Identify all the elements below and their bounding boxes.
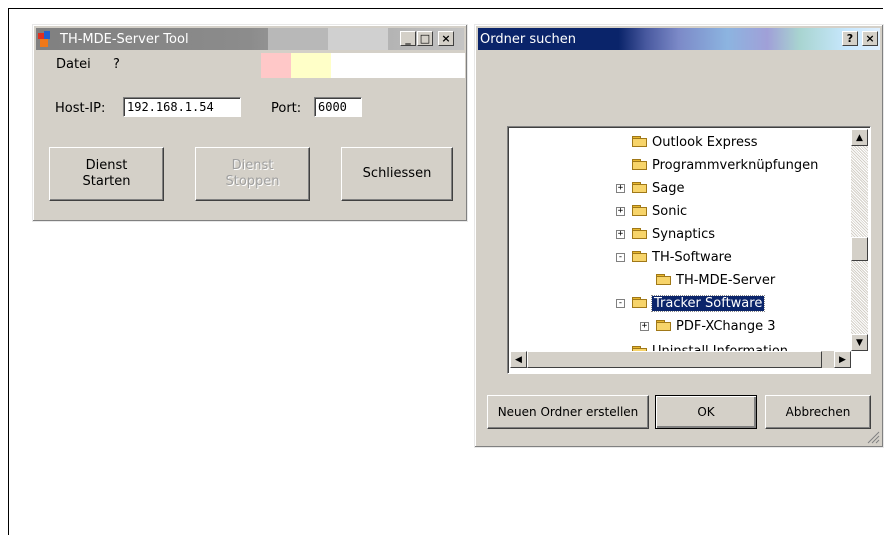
tree-item-sage[interactable]: Sage <box>632 177 684 199</box>
folder-icon <box>632 136 648 148</box>
host-ip-label: Host-IP: <box>55 101 106 116</box>
tree-item-uninstall-information[interactable]: Uninstall Information <box>632 338 788 352</box>
port-label: Port: <box>271 101 302 116</box>
title-artifact <box>268 28 328 50</box>
tree-item-label: TH-Software <box>652 249 732 265</box>
scroll-thumb[interactable] <box>851 237 868 261</box>
collapse-icon[interactable]: - <box>616 299 625 308</box>
maximize-button[interactable]: □ <box>417 31 433 46</box>
expand-icon[interactable]: + <box>616 230 625 239</box>
tree-item-label: Sonic <box>652 203 688 219</box>
close-app-button[interactable]: Schliessen <box>341 147 453 201</box>
collapse-icon[interactable]: - <box>616 253 625 262</box>
tree-item-label-selected: Tracker Software <box>650 294 766 312</box>
tree-item-label: TH-MDE-Server <box>676 272 776 288</box>
tree-item-synaptics[interactable]: Synaptics <box>632 223 715 245</box>
menu-help[interactable]: ? <box>113 57 120 72</box>
folder-tree[interactable]: Outlook Express Programmverknüpfungen + … <box>507 126 871 374</box>
dialog-title: Ordner suchen <box>480 31 576 47</box>
folder-icon <box>632 205 648 217</box>
tree-item-label: PDF-XChange 3 <box>676 318 776 334</box>
stop-service-button[interactable]: Dienst Stoppen <box>195 147 310 201</box>
host-ip-input[interactable]: 192.168.1.54 <box>123 97 241 117</box>
new-folder-button[interactable]: Neuen Ordner erstellen <box>487 395 649 429</box>
menu-bar: Datei ? <box>36 52 465 78</box>
tree-item-tracker-software[interactable]: Tracker Software <box>632 292 766 314</box>
folder-icon <box>632 297 648 309</box>
folder-dialog: Ordner suchen ? × Outlook Express Progra… <box>474 24 884 448</box>
menu-artifact-white <box>331 53 465 78</box>
ok-button[interactable]: OK <box>655 395 757 429</box>
expand-icon[interactable]: + <box>616 184 625 193</box>
expand-icon[interactable]: + <box>640 322 649 331</box>
tree-item-label: Outlook Express <box>652 134 758 150</box>
folder-icon <box>632 251 648 263</box>
scroll-down-icon[interactable]: ▼ <box>851 334 868 351</box>
folder-icon <box>632 182 648 194</box>
menu-datei[interactable]: Datei <box>56 57 91 72</box>
tree-item-sonic[interactable]: Sonic <box>632 200 687 222</box>
dialog-titlebar[interactable]: Ordner suchen ? × <box>478 28 880 50</box>
dialog-close-button[interactable]: × <box>862 31 878 46</box>
tree-item-outlook-express[interactable]: Outlook Express <box>632 131 758 153</box>
folder-icon <box>632 159 648 171</box>
main-titlebar[interactable]: TH-MDE-Server Tool _ □ × <box>36 28 464 50</box>
tree-item-label: Programmverknüpfungen <box>652 157 819 173</box>
help-button[interactable]: ? <box>842 31 858 46</box>
minimize-button[interactable]: _ <box>400 31 416 46</box>
main-window-title: TH-MDE-Server Tool <box>60 31 189 47</box>
menu-artifact-yellow <box>291 53 331 78</box>
main-window: TH-MDE-Server Tool _ □ × Datei ? Host-IP… <box>32 24 468 222</box>
close-button[interactable]: × <box>438 31 454 46</box>
expand-icon[interactable]: + <box>616 207 625 216</box>
resize-grip-icon[interactable] <box>866 430 880 444</box>
scroll-left-icon[interactable]: ◀ <box>510 351 527 368</box>
menu-artifact-pink <box>261 53 291 78</box>
horizontal-thumb[interactable] <box>527 351 822 368</box>
title-artifact-2 <box>328 28 388 50</box>
app-icon <box>38 31 50 47</box>
start-service-button[interactable]: Dienst Starten <box>49 147 164 201</box>
scroll-up-icon[interactable]: ▲ <box>851 129 868 146</box>
folder-icon <box>656 320 672 332</box>
tree-item-pdf-xchange[interactable]: PDF-XChange 3 <box>656 315 776 337</box>
tree-item-programmverknuepfungen[interactable]: Programmverknüpfungen <box>632 154 818 176</box>
tree-item-label: Sage <box>652 180 685 196</box>
tree-item-th-mde-server[interactable]: TH-MDE-Server <box>656 269 775 291</box>
tree-item-th-software[interactable]: TH-Software <box>632 246 732 268</box>
cancel-button[interactable]: Abbrechen <box>765 395 871 429</box>
folder-icon <box>656 274 672 286</box>
port-input[interactable]: 6000 <box>314 97 362 117</box>
scroll-right-icon[interactable]: ▶ <box>834 351 851 368</box>
tree-item-label: Synaptics <box>652 226 716 242</box>
folder-icon <box>632 228 648 240</box>
